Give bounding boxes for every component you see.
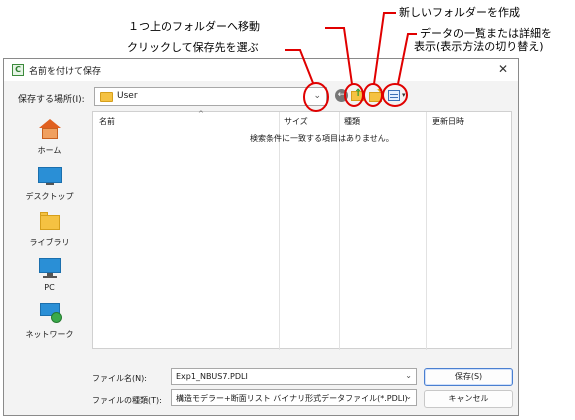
- close-icon[interactable]: ✕: [498, 62, 508, 76]
- up-folder-button[interactable]: ↑: [350, 88, 366, 104]
- app-icon: C: [12, 64, 24, 76]
- annotation-click-select: クリックして保存先を選ぶ: [127, 41, 259, 54]
- dialog-title: 名前を付けて保存: [29, 67, 102, 77]
- place-library[interactable]: ライブラリ: [13, 211, 86, 255]
- place-label: ホーム: [37, 146, 62, 155]
- save-as-dialog: C 名前を付けて保存 ✕ 保存する場所(I): User ⌄ ← ↑ ✦ ▾ ホ…: [3, 58, 519, 416]
- place-desktop[interactable]: デスクトップ: [13, 165, 86, 209]
- save-button[interactable]: 保存(S): [424, 368, 513, 386]
- sort-ascending-icon: ^: [198, 110, 204, 118]
- place-label: ネットワーク: [25, 330, 74, 339]
- library-icon: [38, 211, 62, 233]
- title-bar: C 名前を付けて保存 ✕: [4, 59, 518, 81]
- new-folder-button[interactable]: ✦: [368, 86, 384, 104]
- column-header-name[interactable]: 名前: [99, 116, 115, 127]
- pc-icon: [38, 257, 62, 279]
- empty-message: 検索条件に一致する項目はありません。: [250, 134, 394, 143]
- place-network[interactable]: ネットワーク: [13, 303, 86, 347]
- annotation-up-folder: １つ上のフォルダーへ移動: [128, 20, 260, 33]
- lookin-label: 保存する場所(I):: [18, 95, 85, 105]
- sparkle-icon: ✦: [376, 86, 384, 96]
- filetype-label: ファイルの種類(T):: [92, 396, 162, 405]
- view-menu-button[interactable]: ▾: [387, 88, 409, 104]
- places-bar: ホーム デスクトップ ライブラリ PC ネットワーク: [13, 111, 86, 341]
- filename-label: ファイル名(N):: [92, 374, 147, 383]
- lookin-combo[interactable]: User ⌄: [94, 87, 327, 106]
- filename-input[interactable]: Exp1_NBUS7.PDLI ⌄: [171, 368, 417, 385]
- place-label: ライブラリ: [29, 238, 70, 247]
- filetype-select[interactable]: 構造モデラー+断面リスト バイナリ形式データファイル(*.PDLI) ⌄: [171, 389, 417, 406]
- place-label: PC: [44, 283, 55, 292]
- lookin-value: User: [117, 91, 138, 101]
- annotation-view-line1: データの一覧または詳細を: [420, 27, 552, 40]
- annotation-new-folder: 新しいフォルダーを作成: [399, 6, 520, 19]
- column-header-type[interactable]: 種類: [344, 116, 360, 127]
- chevron-down-icon[interactable]: ⌄: [313, 91, 321, 101]
- column-header-modified[interactable]: 更新日時: [432, 116, 464, 127]
- annotation-view-line2: 表示(表示方法の切り替え): [414, 40, 544, 53]
- back-arrow-icon: ←: [335, 89, 348, 102]
- column-divider[interactable]: [426, 112, 427, 350]
- cancel-button[interactable]: キャンセル: [424, 390, 513, 408]
- dropdown-arrow-icon: ▾: [402, 91, 406, 99]
- column-header-size[interactable]: サイズ: [284, 116, 308, 127]
- place-label: デスクトップ: [25, 192, 74, 201]
- filename-value: Exp1_NBUS7.PDLI: [176, 372, 248, 381]
- home-icon: [38, 119, 62, 141]
- folder-icon: [100, 92, 113, 102]
- chevron-down-icon[interactable]: ⌄: [405, 392, 412, 401]
- view-details-icon: [388, 90, 400, 101]
- network-icon: [38, 303, 62, 325]
- column-divider[interactable]: [339, 112, 340, 350]
- up-arrow-icon: ↑: [354, 88, 363, 99]
- chevron-down-icon[interactable]: ⌄: [405, 371, 412, 380]
- file-list[interactable]: 名前 ^ サイズ 種類 更新日時 検索条件に一致する項目はありません。: [92, 110, 512, 350]
- column-divider[interactable]: [279, 112, 280, 350]
- desktop-icon: [38, 165, 62, 187]
- back-button[interactable]: ←: [334, 88, 350, 104]
- place-pc[interactable]: PC: [13, 257, 86, 301]
- filetype-value: 構造モデラー+断面リスト バイナリ形式データファイル(*.PDLI): [176, 394, 408, 403]
- place-home[interactable]: ホーム: [13, 119, 86, 163]
